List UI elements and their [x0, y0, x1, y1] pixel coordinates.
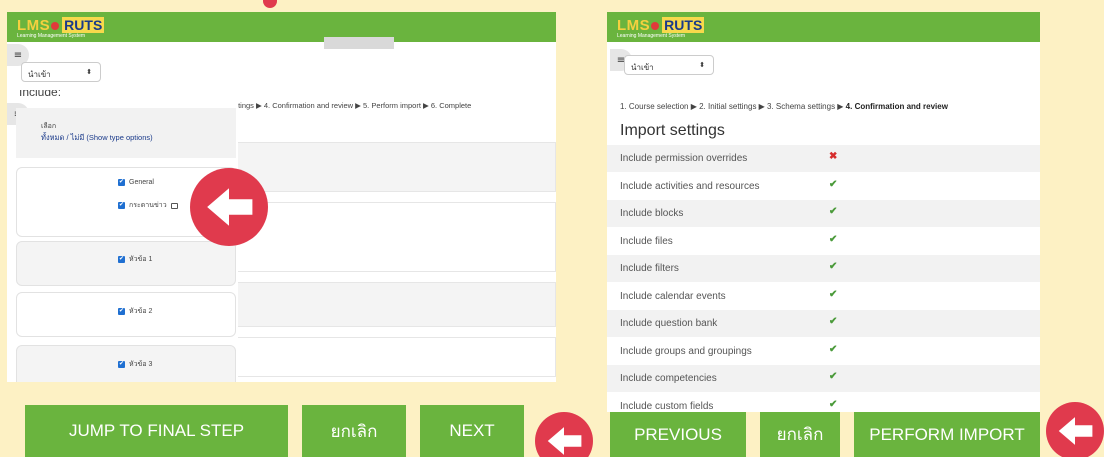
settings-row-label: Include custom fields	[620, 400, 714, 412]
settings-row: Include blocks ✔	[607, 200, 1040, 227]
next-button[interactable]: NEXT	[420, 405, 524, 457]
settings-row-label: Include calendar events	[620, 290, 726, 302]
lms-logo[interactable]: LMS RUTS Learning Management System	[617, 17, 705, 39]
settings-row-label: Include filters	[620, 263, 679, 274]
breadcrumb-steps: 1. Course selection ▶ 2. Initial setting…	[620, 102, 846, 111]
lms-logo[interactable]: LMS RUTS Learning Management System	[17, 17, 105, 39]
checkbox-checked-icon: ✔	[118, 256, 125, 263]
previous-button[interactable]: PREVIOUS	[610, 412, 746, 457]
settings-row-label: Include blocks	[620, 208, 684, 219]
settings-row: Include groups and groupings ✔	[607, 338, 1040, 365]
left-screenshot: LMS RUTS Learning Management System ≡ นำเ…	[7, 12, 556, 382]
arrow-left-icon	[1046, 402, 1104, 457]
arrow-left-icon	[535, 412, 593, 457]
settings-row: Include filters ✔	[607, 255, 1040, 282]
checkbox-label: กระดานข่าว	[129, 202, 167, 209]
logo-dot-icon	[51, 22, 60, 30]
right-screenshot: LMS RUTS Learning Management System ≡ นำเ…	[607, 12, 1040, 412]
forum-icon	[170, 202, 178, 209]
content-block	[237, 282, 556, 327]
settings-row: Include question bank ✔	[607, 310, 1040, 337]
checkbox-general[interactable]: ✔ General	[118, 179, 154, 186]
settings-row-label: Include groups and groupings	[620, 345, 752, 357]
settings-row: Include permission overrides ✖	[607, 145, 1040, 172]
settings-row: Include custom fields ✔	[607, 393, 1040, 413]
header-tab	[324, 37, 394, 49]
cancel-button[interactable]: ยกเลิก	[302, 405, 406, 457]
check-icon: ✔	[829, 261, 838, 272]
chevron-down-icon: ⬍	[699, 62, 705, 69]
content-block	[237, 202, 556, 272]
settings-row-label: Include question bank	[620, 318, 718, 329]
checkbox-topic-3[interactable]: ✔ หัวข้อ 3	[118, 359, 152, 370]
settings-row: Include files ✔	[607, 228, 1040, 255]
check-icon: ✔	[829, 398, 838, 410]
select-all-none-link[interactable]: ทั้งหมด / ไม่มี (Show type options)	[41, 132, 153, 144]
select-label: เลือก	[41, 123, 57, 130]
logo-ruts-text: RUTS	[662, 17, 705, 33]
checkbox-checked-icon: ✔	[118, 179, 125, 186]
checkbox-checked-icon: ✔	[118, 361, 125, 368]
settings-row-label: Include files	[620, 235, 673, 247]
settings-table: Include permission overrides ✖ Include act…	[607, 145, 1040, 412]
checkbox-checked-icon: ✔	[118, 202, 125, 209]
content-block	[237, 337, 556, 377]
nav-select[interactable]: นำเข้า ⬍	[21, 62, 101, 82]
check-icon: ✔	[829, 316, 838, 327]
logo-ruts-text: RUTS	[62, 17, 105, 33]
checkbox-label: หัวข้อ 3	[129, 361, 153, 368]
chevron-down-icon: ⬍	[86, 69, 92, 76]
settings-row-label: Include permission overrides	[620, 153, 748, 164]
settings-row: Include calendar events ✔	[607, 283, 1040, 310]
breadcrumb: 1. Course selection ▶ 2. Initial setting…	[620, 102, 948, 111]
check-icon: ✔	[829, 178, 838, 190]
perform-import-button[interactable]: PERFORM IMPORT	[854, 412, 1040, 457]
check-icon: ✔	[829, 288, 838, 300]
check-icon: ✔	[829, 206, 838, 217]
arrow-left-icon	[190, 168, 268, 246]
checkbox-topic-1[interactable]: ✔ หัวข้อ 1	[118, 254, 152, 265]
checkbox-topic-2[interactable]: ✔ หัวข้อ 2	[118, 306, 152, 317]
breadcrumb: ttings ▶ 4. Confirmation and review ▶ 5.…	[236, 101, 472, 110]
settings-row-label: Include competencies	[620, 373, 717, 384]
cross-icon: ✖	[829, 151, 838, 162]
settings-row: Include competencies ✔	[607, 365, 1040, 392]
breadcrumb-current-step: 4. Confirmation and review	[845, 102, 948, 111]
content-block	[237, 142, 556, 192]
nav-select[interactable]: นำเข้า ⬍	[624, 55, 714, 75]
checkbox-checked-icon: ✔	[118, 308, 125, 315]
checkbox-label: หัวข้อ 2	[129, 308, 153, 315]
checkbox-label: หัวข้อ 1	[129, 256, 153, 263]
check-icon: ✔	[829, 233, 838, 245]
logo-subtitle: Learning Management System	[17, 33, 86, 39]
logo-subtitle: Learning Management System	[617, 33, 686, 39]
arrow-partial-icon	[263, 0, 277, 8]
settings-row: Include activities and resources ✔	[607, 173, 1040, 200]
logo-lms-text: LMS	[17, 17, 51, 34]
check-icon: ✔	[829, 343, 838, 355]
jump-to-final-step-button[interactable]: JUMP TO FINAL STEP	[25, 405, 288, 457]
check-icon: ✔	[829, 371, 838, 382]
checkbox-label: General	[129, 179, 154, 186]
nav-select-value: นำเข้า	[631, 63, 654, 72]
checkbox-news[interactable]: ✔ กระดานข่าว	[118, 200, 178, 211]
settings-row-label: Include activities and resources	[620, 180, 760, 192]
nav-select-value: นำเข้า	[28, 70, 51, 79]
logo-dot-icon	[651, 22, 660, 30]
cancel-button[interactable]: ยกเลิก	[760, 412, 840, 457]
logo-lms-text: LMS	[617, 17, 651, 34]
page-title: Import settings	[620, 122, 725, 139]
include-heading: Include:	[19, 90, 62, 99]
